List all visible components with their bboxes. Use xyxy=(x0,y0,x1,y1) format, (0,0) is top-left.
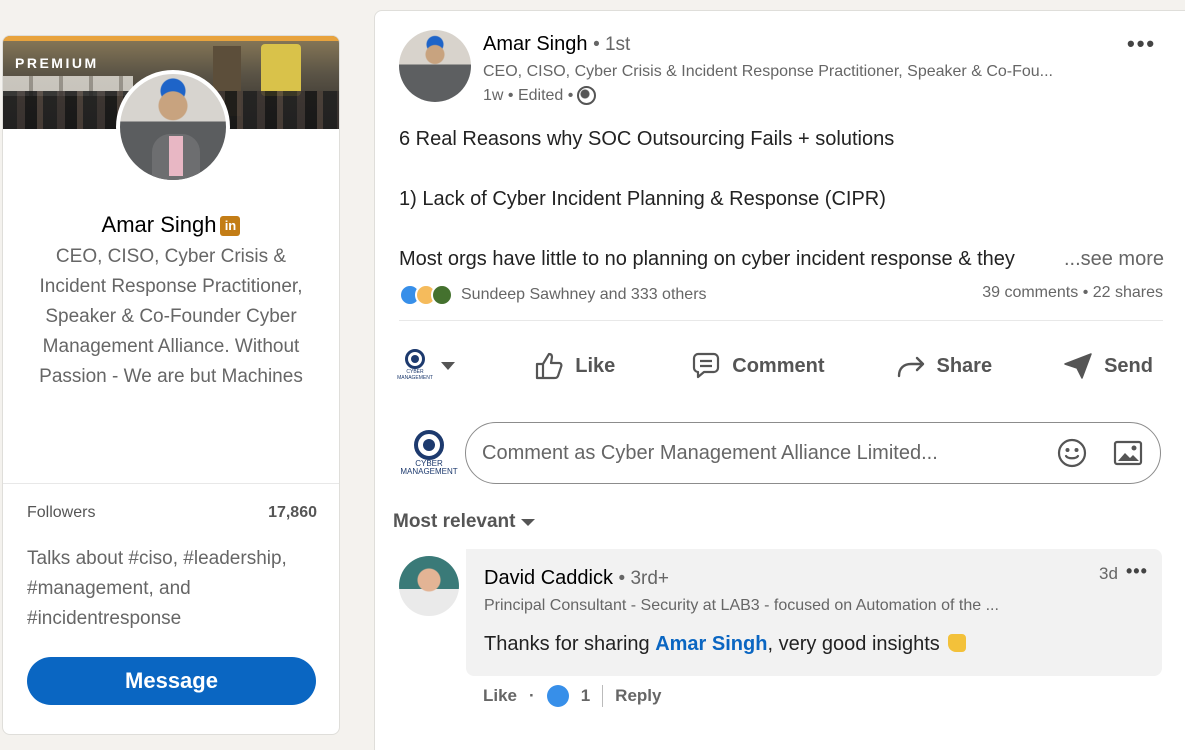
company-logo-text: CYBER MANAGEMENT xyxy=(397,369,433,381)
premium-badge: PREMIUM xyxy=(15,55,99,71)
comment-input-wrapper[interactable] xyxy=(465,422,1161,484)
actor-selector[interactable]: CYBER MANAGEMENT xyxy=(397,349,498,383)
comment-like-count[interactable]: 1 xyxy=(581,686,590,706)
comment-time: 3d xyxy=(1099,564,1118,583)
banner-sign xyxy=(261,44,301,96)
followers-row: Followers 17,860 xyxy=(27,504,317,522)
send-icon xyxy=(1064,353,1092,379)
post-author-name[interactable]: Amar Singh xyxy=(483,33,588,55)
commenter-avatar[interactable] xyxy=(399,556,459,616)
comment-text-before: Thanks for sharing xyxy=(484,633,656,655)
post-line-1: 6 Real Reasons why SOC Outsourcing Fails… xyxy=(399,128,895,150)
globe-icon xyxy=(577,86,597,105)
comment-input[interactable] xyxy=(482,441,1032,465)
like-reaction-icon xyxy=(546,685,569,707)
separator xyxy=(399,320,1163,321)
like-button[interactable]: Like xyxy=(523,342,625,390)
sort-label: Most relevant xyxy=(393,511,516,532)
followers-count: 17,860 xyxy=(268,504,317,521)
post-card: Amar Singh • 1st CEO, CISO, Cyber Crisis… xyxy=(374,10,1185,750)
post-time-text: 1w • Edited • xyxy=(483,86,574,104)
commenter-degree: • 3rd+ xyxy=(618,568,670,589)
comment-bubble: David Caddick • 3rd+ 3d ••• Principal Co… xyxy=(466,549,1162,676)
emoji-icon[interactable] xyxy=(1056,437,1088,469)
share-arrow-icon xyxy=(897,356,924,378)
comment-icon xyxy=(693,352,720,379)
post-more-icon[interactable]: ••• xyxy=(1127,31,1156,57)
comment-actions: Like · 1 Reply xyxy=(483,685,661,707)
company-logo-icon: CYBER MANAGEMENT xyxy=(397,349,433,383)
post-timestamp: 1w • Edited • xyxy=(483,86,597,105)
company-logo-icon: CYBER MANAGEMENT xyxy=(399,425,459,481)
avatar-shirt xyxy=(169,136,183,176)
profile-card: PREMIUM Amar Singh in CEO, CISO, Cyber Cr… xyxy=(2,35,340,735)
premium-stripe xyxy=(3,36,339,41)
separator xyxy=(602,685,604,707)
chevron-down-icon xyxy=(441,362,455,370)
mention-link[interactable]: Amar Singh xyxy=(655,633,767,655)
see-more-link[interactable]: ...see more xyxy=(1064,244,1164,274)
post-author[interactable]: Amar Singh • 1st xyxy=(483,33,630,56)
post-line-3: Most orgs have little to no planning on … xyxy=(399,244,1164,274)
connection-degree: • 1st xyxy=(593,34,631,55)
engagement-counts[interactable]: 39 comments • 22 shares xyxy=(963,284,1163,302)
post-line-3-text: Most orgs have little to no planning on … xyxy=(399,248,1015,270)
reaction-icons xyxy=(399,284,453,306)
commenter[interactable]: David Caddick • 3rd+ xyxy=(484,567,669,590)
sort-dropdown[interactable]: Most relevant xyxy=(393,511,536,533)
divider xyxy=(3,483,339,484)
company-logo-text: CYBER MANAGEMENT xyxy=(400,459,458,476)
linkedin-premium-icon: in xyxy=(220,216,241,237)
commenter-name[interactable]: David Caddick xyxy=(484,567,613,589)
send-button[interactable]: Send xyxy=(1052,342,1163,390)
post-action-bar: CYBER MANAGEMENT Like Comment Share Send xyxy=(397,341,1163,391)
send-label: Send xyxy=(1104,354,1153,377)
comment-like-button[interactable]: Like xyxy=(483,686,517,706)
dot-separator: · xyxy=(529,686,535,705)
comment-reply-button[interactable]: Reply xyxy=(615,686,661,706)
company-logo-mark xyxy=(414,430,444,460)
reactions-text[interactable]: Sundeep Sawhney and 333 others xyxy=(461,286,707,304)
reactions-summary[interactable]: Sundeep Sawhney and 333 others xyxy=(399,284,707,306)
comment-more-icon[interactable]: ••• xyxy=(1126,561,1148,582)
post-author-headline: CEO, CISO, Cyber Crisis & Incident Respo… xyxy=(483,63,1053,80)
share-button[interactable]: Share xyxy=(885,342,1003,390)
message-button[interactable]: Message xyxy=(27,657,316,705)
profile-headline: CEO, CISO, Cyber Crisis & Incident Respo… xyxy=(39,246,303,387)
profile-name[interactable]: Amar Singh in xyxy=(3,212,339,238)
commenter-headline: Principal Consultant - Security at LAB3 … xyxy=(484,597,999,614)
like-label: Like xyxy=(575,354,616,377)
share-label: Share xyxy=(936,354,993,377)
image-icon[interactable] xyxy=(1112,437,1144,469)
post-line-2: 1) Lack of Cyber Incident Planning & Res… xyxy=(399,188,886,210)
post-body: 6 Real Reasons why SOC Outsourcing Fails… xyxy=(399,124,1164,274)
thumbs-up-emoji-icon xyxy=(947,634,966,652)
profile-name-text[interactable]: Amar Singh xyxy=(102,212,217,237)
comment-composer: CYBER MANAGEMENT xyxy=(399,421,1163,485)
support-reaction-icon xyxy=(431,284,453,306)
profile-avatar[interactable] xyxy=(116,70,230,184)
caret-down-icon xyxy=(521,518,536,526)
post-author-avatar[interactable] xyxy=(399,30,471,102)
thumbs-up-icon xyxy=(536,352,563,380)
followers-label: Followers xyxy=(27,504,96,521)
comment-text-after: , very good insights xyxy=(767,633,940,655)
talks-about: Talks about #ciso, #leadership, #managem… xyxy=(27,548,287,629)
comment-button[interactable]: Comment xyxy=(680,342,834,390)
company-logo-mark xyxy=(405,349,425,369)
comment-label: Comment xyxy=(732,354,825,377)
comment-text: Thanks for sharing Amar Singh, very good… xyxy=(484,633,966,656)
